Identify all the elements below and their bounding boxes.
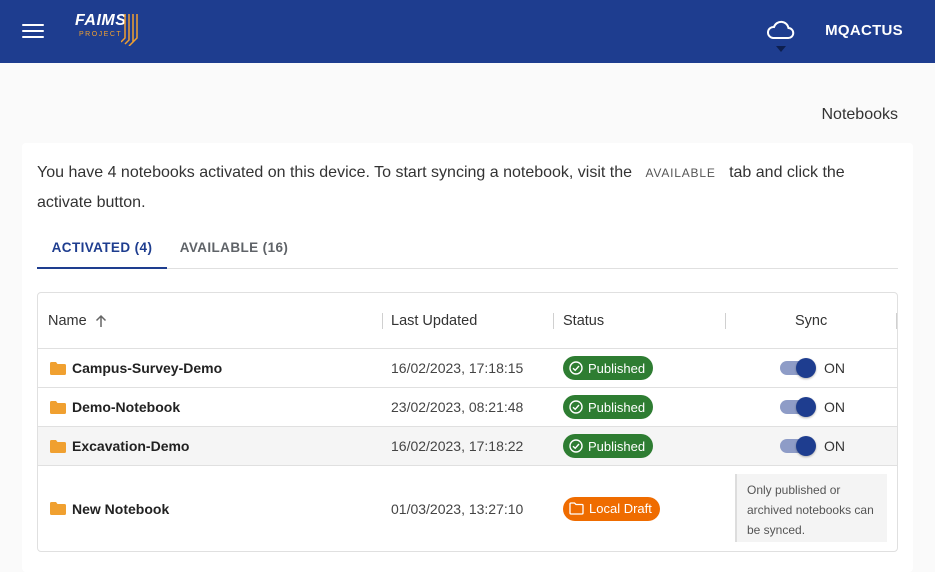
sync-cell: ON <box>778 349 845 387</box>
caret-down-icon <box>776 46 786 52</box>
sync-toggle[interactable] <box>778 358 816 378</box>
notebooks-table: Name Last Updated Status Sync Campus-Sur… <box>37 292 898 552</box>
intro-before: You have 4 notebooks activated on this d… <box>37 164 633 181</box>
notebook-tabs: ACTIVATED (4) AVAILABLE (16) <box>37 227 898 269</box>
check-circle-icon <box>569 439 583 453</box>
logo-lines-icon <box>121 14 138 46</box>
status-label: Published <box>588 399 646 415</box>
column-separator[interactable] <box>725 313 726 329</box>
logo-text: FAIMS <box>75 12 127 29</box>
sync-unavailable-note: Only published or archived notebooks can… <box>735 474 887 542</box>
status-label: Published <box>588 360 646 376</box>
tab-available[interactable]: AVAILABLE (16) <box>169 227 299 268</box>
main-content: Notebooks You have 4 notebooks activated… <box>0 63 935 572</box>
notebook-name-cell[interactable]: Demo-Notebook <box>50 388 180 426</box>
status-cell: Local Draft <box>563 466 660 551</box>
folder-outline-icon <box>569 502 584 515</box>
status-badge: Published <box>563 434 654 458</box>
table-row[interactable]: Demo-Notebook 23/02/2023, 08:21:48 Publi… <box>38 388 897 427</box>
table-row[interactable]: Excavation-Demo 16/02/2023, 17:18:22 Pub… <box>38 427 897 466</box>
check-circle-icon <box>569 400 583 414</box>
sync-status-button[interactable] <box>764 18 796 54</box>
table-row[interactable]: Campus-Survey-Demo 16/02/2023, 17:18:15 … <box>38 349 897 388</box>
sync-label: ON <box>824 360 845 376</box>
status-badge: Local Draft <box>563 496 660 521</box>
sync-label: ON <box>824 399 845 415</box>
column-separator[interactable] <box>382 313 383 329</box>
last-updated-cell: 23/02/2023, 08:21:48 <box>391 399 524 415</box>
notebook-name-cell[interactable]: Excavation-Demo <box>50 427 189 465</box>
notebook-name: New Notebook <box>72 500 170 517</box>
folder-icon <box>50 361 66 375</box>
status-label: Published <box>588 438 646 454</box>
status-badge: Published <box>563 395 654 419</box>
sort-ascending-icon[interactable] <box>95 314 107 328</box>
column-header-status[interactable]: Status <box>563 293 604 349</box>
status-cell: Published <box>563 427 654 465</box>
table-row[interactable]: New Notebook 01/03/2023, 13:27:10 Local … <box>38 466 897 551</box>
column-header-sync[interactable]: Sync <box>795 293 827 349</box>
intro-available-code: AVAILABLE <box>645 166 716 180</box>
folder-icon <box>50 400 66 414</box>
logo-subtext: PROJECT <box>79 31 123 38</box>
status-cell: Published <box>563 388 654 426</box>
sync-label: ON <box>824 438 845 454</box>
column-header-name[interactable]: Name <box>48 293 107 349</box>
folder-icon <box>50 439 66 453</box>
intro-text: You have 4 notebooks activated on this d… <box>37 158 897 217</box>
notebook-name-cell[interactable]: Campus-Survey-Demo <box>50 349 222 387</box>
sync-cell: ON <box>778 427 845 465</box>
table-header: Name Last Updated Status Sync <box>38 293 897 349</box>
cloud-icon <box>767 20 795 39</box>
menu-icon[interactable] <box>22 24 44 40</box>
sync-toggle[interactable] <box>778 436 816 456</box>
app-bar: FAIMS PROJECT MQACTUS <box>0 0 935 63</box>
user-menu-button[interactable]: MQACTUS <box>825 22 903 39</box>
page-title: Notebooks <box>821 106 899 123</box>
last-updated-cell: 16/02/2023, 17:18:15 <box>391 360 524 376</box>
check-circle-icon <box>569 361 583 375</box>
status-cell: Published <box>563 349 654 387</box>
column-separator[interactable] <box>553 313 554 329</box>
notebook-name-cell[interactable]: New Notebook <box>50 466 169 551</box>
sync-toggle[interactable] <box>778 397 816 417</box>
status-label: Local Draft <box>589 501 652 516</box>
notebook-name: Campus-Survey-Demo <box>72 360 223 376</box>
tab-activated[interactable]: ACTIVATED (4) <box>37 227 167 269</box>
folder-icon <box>50 502 66 515</box>
column-header-last-updated[interactable]: Last Updated <box>391 293 477 349</box>
notebook-name: Demo-Notebook <box>72 399 181 415</box>
column-separator[interactable] <box>896 313 897 329</box>
notebooks-card: You have 4 notebooks activated on this d… <box>22 143 913 572</box>
faims-logo[interactable]: FAIMS PROJECT <box>73 10 143 48</box>
notebook-name: Excavation-Demo <box>72 438 190 454</box>
column-label-name: Name <box>48 313 87 329</box>
status-badge: Published <box>563 356 654 380</box>
last-updated-cell: 01/03/2023, 13:27:10 <box>391 500 524 517</box>
last-updated-cell: 16/02/2023, 17:18:22 <box>391 438 524 454</box>
sync-cell: ON <box>778 388 845 426</box>
